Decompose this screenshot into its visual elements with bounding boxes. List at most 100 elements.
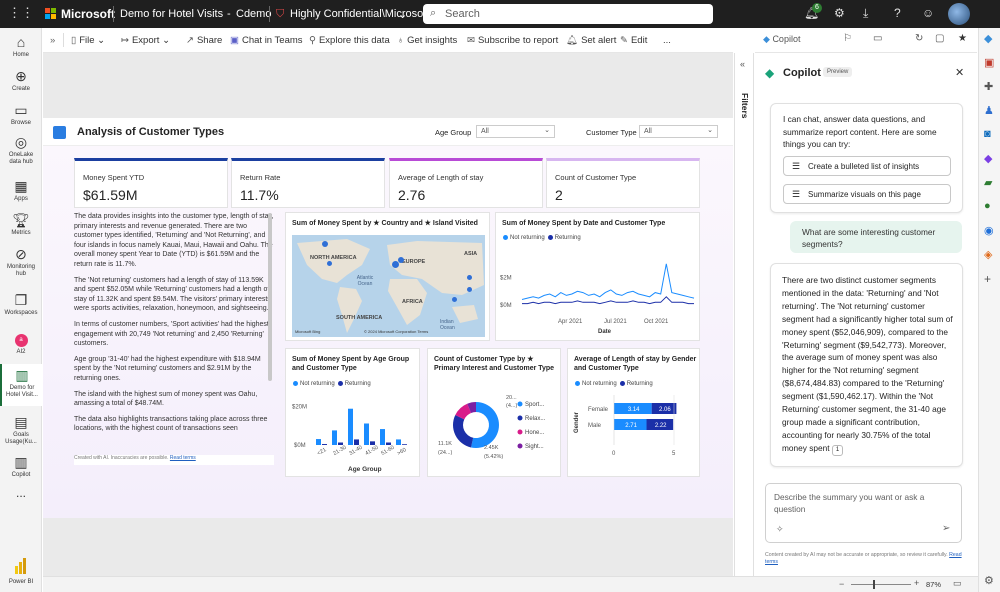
sidebar-settings-icon[interactable]: ⚙ — [984, 574, 994, 587]
chat-in-teams-button[interactable]: ▣ Chat in Teams — [230, 35, 303, 46]
designer-icon[interactable]: ◆ — [984, 152, 992, 165]
gender-chart-plot[interactable]: Gender Female 3.14 2.06 Male 2.71 2.22 0 5 — [568, 389, 701, 478]
messenger-icon[interactable]: ◉ — [984, 224, 994, 237]
games-icon[interactable]: ♟ — [984, 104, 994, 117]
bookmark-icon[interactable]: ⚐ — [843, 33, 852, 44]
nav-home[interactable]: ⌂ Home — [0, 34, 42, 59]
expand-filters-icon[interactable]: « — [740, 59, 745, 69]
drop-icon[interactable]: ▰ — [984, 176, 992, 189]
nav-demo-report[interactable]: ▥ Demo for Hotel Visit... — [0, 364, 42, 406]
expand-icon[interactable]: » — [50, 35, 55, 46]
citation-badge[interactable]: 1 — [831, 444, 844, 456]
outlook-icon[interactable]: ◙ — [984, 128, 991, 140]
kpi-card-return-rate[interactable]: Return Rate 11.7% — [231, 158, 385, 208]
app-launcher-icon[interactable]: ⋮⋮ — [8, 5, 34, 21]
insights-button[interactable]: ♁ Get insights — [397, 35, 457, 46]
nav-ai2[interactable]: a AI2 — [0, 328, 42, 356]
report-name[interactable]: Demo for Hotel Visits — [120, 8, 223, 20]
subscribe-button[interactable]: ✉ Subscribe to report — [467, 35, 558, 46]
narrative-terms-link[interactable]: Read terms — [170, 455, 196, 461]
nav-copilot[interactable]: ▥ Copilot — [0, 454, 42, 479]
zoom-slider[interactable] — [851, 584, 911, 585]
shopping-icon[interactable]: ▣ — [984, 56, 994, 69]
nav-create[interactable]: ⊕ Create — [0, 68, 42, 93]
age-chart-plot[interactable]: $20M $0M <21 21-30 31-40 41-50 51-60 >60 Age Gro… — [286, 389, 421, 478]
workspace-name[interactable]: Cdemo — [236, 8, 271, 20]
settings-icon[interactable]: ⚙ — [834, 6, 845, 20]
kpi-card-money[interactable]: Money Spent YTD $61.59M — [74, 158, 228, 208]
tools-icon[interactable]: ✚ — [984, 80, 993, 93]
explore-button[interactable]: ⚲ Explore this data — [309, 35, 390, 46]
map-bubble[interactable] — [467, 275, 472, 280]
date-chart-plot[interactable]: $2M $0M Apr 2021 Jul 2021 Oct 2021 Date — [496, 243, 701, 342]
file-menu[interactable]: ▯ File ⌄ — [71, 35, 105, 46]
interest-donut-chart[interactable]: Count of Customer Type by ★ Primary Inte… — [427, 348, 561, 477]
sparkle-icon[interactable]: ✧ — [776, 524, 784, 535]
edit-button[interactable]: ✎ Edit — [620, 35, 647, 46]
legend-swatch — [517, 415, 523, 421]
nav-browse[interactable]: ▭ Browse — [0, 102, 42, 127]
nav-more[interactable]: ... — [0, 487, 42, 499]
favorite-icon[interactable]: ★ — [958, 33, 967, 44]
map-bubble[interactable] — [322, 241, 328, 247]
legend-label: Relax... — [525, 416, 546, 422]
narrative-scrollbar[interactable] — [268, 213, 272, 381]
avatar[interactable] — [948, 3, 970, 25]
map-bubble[interactable] — [392, 261, 399, 268]
zoom-level[interactable]: 87% — [926, 580, 941, 589]
world-map[interactable]: NORTH AMERICA EUROPE ASIA Atlantic Ocean… — [292, 235, 485, 337]
help-icon[interactable]: ? — [894, 6, 901, 20]
copilot-tab[interactable]: ◆ Copilot — [763, 34, 800, 45]
age-group-slicer[interactable]: All ⌄ — [476, 125, 555, 138]
nav-apps[interactable]: ▦ Apps — [0, 178, 42, 203]
feedback-icon[interactable]: ☺ — [922, 6, 934, 20]
map-bubble[interactable] — [452, 297, 457, 302]
map-bubble[interactable] — [327, 261, 332, 266]
kpi-card-customer-count[interactable]: Count of Customer Type 2 — [546, 158, 700, 208]
send-icon[interactable]: ➢ — [942, 523, 950, 534]
office-icon[interactable]: ◈ — [984, 248, 992, 261]
copilot-input[interactable]: Describe the summary you want or ask a q… — [774, 492, 944, 515]
refresh-icon[interactable]: ↻ — [915, 33, 923, 44]
nav-goals[interactable]: ▤ Goals Usage(Ku... — [0, 414, 42, 446]
search-box[interactable]: ⌕ Search — [423, 4, 713, 24]
copilot-sidebar-icon[interactable]: ◆ — [984, 32, 992, 45]
nav-workspaces[interactable]: ❐ Workspaces — [0, 292, 42, 317]
map-bubble[interactable] — [398, 257, 404, 263]
donut-plot[interactable]: 20... (4...) 11.1K (24...) 2.45K (5.42%) Sport… — [428, 377, 562, 478]
zoom-out-icon[interactable]: − — [839, 579, 844, 589]
gender-bar-chart[interactable]: Average of Length of stay by Gender and … — [567, 348, 700, 477]
add-icon[interactable]: + — [984, 272, 991, 286]
copilot-input-box[interactable]: Describe the summary you want or ask a q… — [765, 483, 962, 543]
view-icon[interactable]: ▭ — [873, 33, 882, 44]
close-icon[interactable]: ✕ — [955, 66, 964, 79]
export-menu[interactable]: ↦ Export ⌄ — [121, 35, 170, 46]
suggestion-bulleted-insights[interactable]: ☰ Create a bulleted list of insights — [783, 156, 951, 176]
comment-icon[interactable]: ▢ — [935, 33, 944, 44]
customer-type-slicer[interactable]: All ⌄ — [639, 125, 718, 138]
zoom-in-icon[interactable]: + — [914, 578, 919, 588]
more-options-button[interactable]: ... — [663, 35, 671, 46]
map-visual[interactable]: Sum of Money Spent by ★ Country and ★ Is… — [285, 212, 490, 341]
age-bar-chart[interactable]: Sum of Money Spent by Age Group and Cust… — [285, 348, 420, 477]
zoom-slider-thumb[interactable] — [873, 580, 875, 589]
share-button[interactable]: ↗ Share — [186, 35, 222, 46]
suggestion-summarize-visuals[interactable]: ☰ Summarize visuals on this page — [783, 184, 951, 204]
set-alert-button[interactable]: 🔔︎ Set alert — [566, 35, 616, 46]
fit-page-icon[interactable]: ▭ — [953, 578, 962, 589]
chevron-down-icon[interactable]: ⌄ — [398, 8, 407, 21]
nav-monitoring[interactable]: ⊘ Monitoring hub — [0, 246, 42, 278]
spotify-icon[interactable]: ● — [984, 200, 991, 212]
nav-metrics[interactable]: 🏆︎ Metrics — [0, 212, 42, 237]
nav-onelake[interactable]: ◎ OneLake data hub — [0, 134, 42, 166]
filters-pane-collapsed[interactable]: « Filters — [734, 53, 754, 576]
download-icon[interactable]: ⤓ — [863, 6, 868, 21]
date-line-chart[interactable]: Sum of Money Spent by Date and Customer … — [495, 212, 700, 341]
edit-label: Edit — [630, 35, 648, 46]
powerbi-switcher[interactable]: Power BI — [0, 558, 42, 586]
map-bubble[interactable] — [467, 287, 472, 292]
smart-narrative[interactable]: The data provides insights into the cust… — [74, 212, 274, 464]
legend-label: Sight... — [525, 444, 544, 450]
search-input[interactable]: Search — [445, 8, 480, 20]
kpi-card-length-of-stay[interactable]: Average of Length of stay 2.76 — [389, 158, 543, 208]
